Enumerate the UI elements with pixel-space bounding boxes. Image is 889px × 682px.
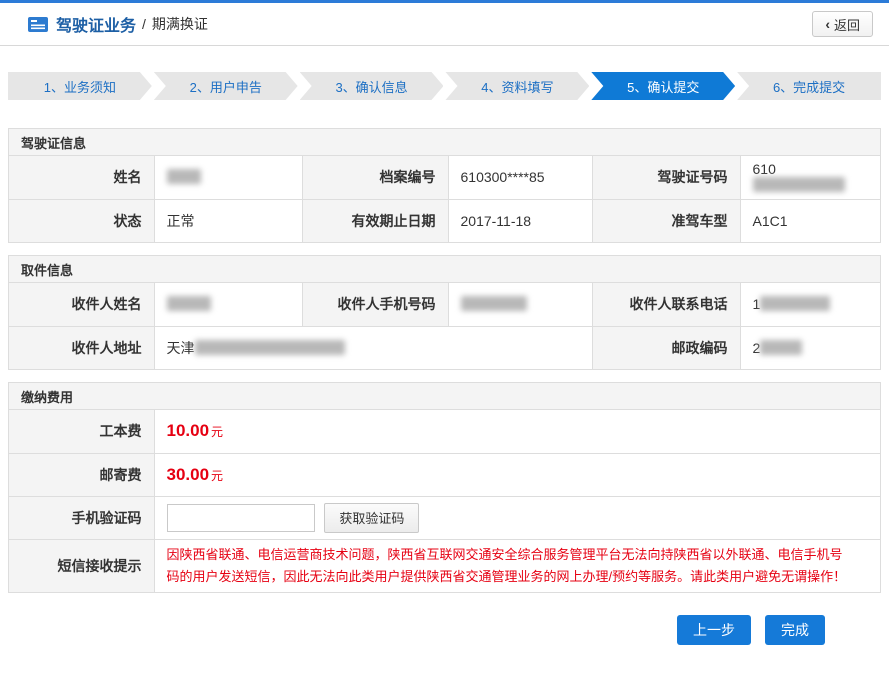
postal-visible: 2 xyxy=(753,340,761,356)
table-row: 短信接收提示 因陕西省联通、电信运营商技术问题，陕西省互联网交通安全综合服务管理… xyxy=(9,539,880,592)
finish-button[interactable]: 完成 xyxy=(765,615,825,645)
main-content: 驾驶证信息 姓名 档案编号 610300****85 驾驶证号码 610 状态 … xyxy=(0,128,889,645)
address-visible: 天津 xyxy=(167,340,195,356)
step-3-confirm-info: 3、确认信息 xyxy=(300,72,444,100)
header: 驾驶证业务 / 期满换证 ‹ 返回 xyxy=(0,3,889,46)
redacted-value xyxy=(760,340,802,355)
step-label: 3、确认信息 xyxy=(335,77,407,96)
name-label: 姓名 xyxy=(9,156,154,199)
recipient-name-value xyxy=(154,283,302,326)
previous-step-button[interactable]: 上一步 xyxy=(677,615,751,645)
production-fee-amount: 10.00 xyxy=(167,421,210,440)
postage-fee-amount: 30.00 xyxy=(167,465,210,484)
back-chevron-icon: ‹ xyxy=(825,17,830,31)
redacted-value xyxy=(461,296,527,311)
step-label: 5、确认提交 xyxy=(627,77,699,96)
sms-notice-cell: 因陕西省联通、电信运营商技术问题，陕西省互联网交通安全综合服务管理平台无法向持陕… xyxy=(154,539,880,592)
step-6-complete-submit: 6、完成提交 xyxy=(737,72,881,100)
step-5-confirm-submit: 5、确认提交 xyxy=(591,72,735,100)
fees-table: 工本费 10.00元 邮寄费 30.00元 手机验证码 获取验证码 短信接收提 xyxy=(9,410,880,592)
sms-notice-text: 因陕西省联通、电信运营商技术问题，陕西省互联网交通安全综合服务管理平台无法向持陕… xyxy=(167,540,869,592)
recipient-phone-label: 收件人手机号码 xyxy=(302,283,448,326)
license-service-icon xyxy=(28,17,48,32)
file-no-value: 610300****85 xyxy=(448,156,592,199)
redacted-value xyxy=(167,296,211,311)
table-row: 姓名 档案编号 610300****85 驾驶证号码 610 xyxy=(9,156,880,199)
captcha-input[interactable] xyxy=(167,504,315,532)
step-nav: 1、业务须知 2、用户申告 3、确认信息 4、资料填写 5、确认提交 6、完成提… xyxy=(8,72,881,100)
step-2-user-declaration: 2、用户申告 xyxy=(154,72,298,100)
step-label: 2、用户申告 xyxy=(190,77,262,96)
step-label: 4、资料填写 xyxy=(481,77,553,96)
step-label: 6、完成提交 xyxy=(773,77,845,96)
expiry-value: 2017-11-18 xyxy=(448,199,592,242)
fees-section: 缴纳费用 工本费 10.00元 邮寄费 30.00元 手机验证码 xyxy=(8,382,881,593)
license-no-value: 610 xyxy=(740,156,880,199)
file-no-label: 档案编号 xyxy=(302,156,448,199)
license-no-label: 驾驶证号码 xyxy=(592,156,740,199)
vehicle-type-label: 准驾车型 xyxy=(592,199,740,242)
pickup-info-table: 收件人姓名 收件人手机号码 收件人联系电话 1 收件人地址 天津 邮政编码 2 xyxy=(9,283,880,369)
recipient-phone-value xyxy=(448,283,592,326)
redacted-value xyxy=(195,340,345,355)
page-subtitle: 期满换证 xyxy=(152,14,208,34)
table-row: 手机验证码 获取验证码 xyxy=(9,496,880,539)
step-label: 1、业务须知 xyxy=(44,77,116,96)
expiry-label: 有效期止日期 xyxy=(302,199,448,242)
fee-unit: 元 xyxy=(211,425,223,439)
section-title-license: 驾驶证信息 xyxy=(9,129,880,156)
postal-code-value: 2 xyxy=(740,326,880,369)
production-fee-label: 工本费 xyxy=(9,410,154,453)
step-1-business-notice: 1、业务须知 xyxy=(8,72,152,100)
captcha-cell: 获取验证码 xyxy=(154,496,880,539)
postage-fee-value: 30.00元 xyxy=(154,453,880,496)
recipient-tel-label: 收件人联系电话 xyxy=(592,283,740,326)
vehicle-type-value: A1C1 xyxy=(740,199,880,242)
sms-notice-label: 短信接收提示 xyxy=(9,539,154,592)
table-row: 邮寄费 30.00元 xyxy=(9,453,880,496)
license-info-table: 姓名 档案编号 610300****85 驾驶证号码 610 状态 正常 有效期… xyxy=(9,156,880,242)
production-fee-value: 10.00元 xyxy=(154,410,880,453)
section-title-pickup: 取件信息 xyxy=(9,256,880,283)
postage-fee-label: 邮寄费 xyxy=(9,453,154,496)
table-row: 收件人姓名 收件人手机号码 收件人联系电话 1 xyxy=(9,283,880,326)
redacted-value xyxy=(167,169,201,184)
pickup-info-section: 取件信息 收件人姓名 收件人手机号码 收件人联系电话 1 收件人地址 天津 邮政… xyxy=(8,255,881,370)
back-button[interactable]: ‹ 返回 xyxy=(812,11,873,37)
tel-visible: 1 xyxy=(753,296,761,312)
captcha-label: 手机验证码 xyxy=(9,496,154,539)
table-row: 工本费 10.00元 xyxy=(9,410,880,453)
recipient-name-label: 收件人姓名 xyxy=(9,283,154,326)
license-info-section: 驾驶证信息 姓名 档案编号 610300****85 驾驶证号码 610 状态 … xyxy=(8,128,881,243)
footer-actions: 上一步 完成 xyxy=(8,615,825,645)
section-title-fees: 缴纳费用 xyxy=(9,383,880,410)
address-value: 天津 xyxy=(154,326,592,369)
address-label: 收件人地址 xyxy=(9,326,154,369)
back-label: 返回 xyxy=(834,15,860,34)
status-label: 状态 xyxy=(9,199,154,242)
title-divider: / xyxy=(142,16,146,32)
license-no-visible: 610 xyxy=(753,161,776,177)
fee-unit: 元 xyxy=(211,469,223,483)
page-title: 驾驶证业务 xyxy=(56,12,136,36)
redacted-value xyxy=(760,296,830,311)
redacted-value xyxy=(753,177,845,192)
table-row: 状态 正常 有效期止日期 2017-11-18 准驾车型 A1C1 xyxy=(9,199,880,242)
status-value: 正常 xyxy=(154,199,302,242)
name-value xyxy=(154,156,302,199)
postal-code-label: 邮政编码 xyxy=(592,326,740,369)
step-4-fill-data: 4、资料填写 xyxy=(445,72,589,100)
get-captcha-button[interactable]: 获取验证码 xyxy=(324,503,419,533)
table-row: 收件人地址 天津 邮政编码 2 xyxy=(9,326,880,369)
title-area: 驾驶证业务 / 期满换证 xyxy=(28,12,208,36)
recipient-tel-value: 1 xyxy=(740,283,880,326)
